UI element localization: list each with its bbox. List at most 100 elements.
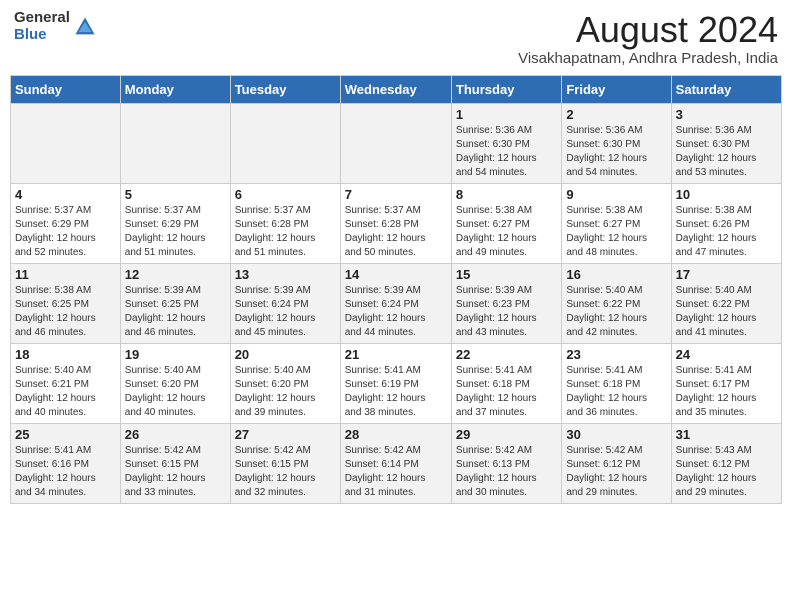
month-year: August 2024 [518, 10, 778, 50]
calendar-cell: 24 Sunrise: 5:41 AM Sunset: 6:17 PM Dayli… [671, 343, 781, 423]
day-number: 2 [566, 107, 666, 122]
page-header: General Blue August 2024 Visakhapatnam, … [10, 10, 782, 67]
day-info: Sunrise: 5:39 AM Sunset: 6:23 PM Dayligh… [456, 284, 557, 340]
day-info: Sunrise: 5:38 AM Sunset: 6:26 PM Dayligh… [676, 204, 777, 260]
day-number: 7 [345, 187, 447, 202]
calendar-cell [230, 103, 340, 183]
day-number: 6 [235, 187, 336, 202]
day-number: 17 [676, 267, 777, 282]
calendar-cell: 14Sunrise: 5:39 AM Sunset: 6:24 PM Dayli… [340, 263, 451, 343]
day-number: 5 [125, 187, 226, 202]
day-number: 30 [566, 427, 666, 442]
day-info: Sunrise: 5:41 AM Sunset: 6:18 PM Dayligh… [456, 364, 557, 420]
calendar-cell: 19 Sunrise: 5:40 AM Sunset: 6:20 PM Dayli… [120, 343, 230, 423]
day-info: Sunrise: 5:39 AM Sunset: 6:25 PM Dayligh… [125, 284, 226, 340]
day-info: Sunrise: 5:36 AM Sunset: 6:30 PM Dayligh… [676, 124, 777, 180]
calendar-cell: 4Sunrise: 5:37 AM Sunset: 6:29 PM Daylig… [11, 183, 121, 263]
logo-blue-text: Blue [14, 27, 70, 44]
title-block: August 2024 Visakhapatnam, Andhra Prades… [518, 10, 778, 67]
day-info: Sunrise: 5:40 AM Sunset: 6:21 PM Dayligh… [15, 364, 116, 420]
calendar-cell: 8Sunrise: 5:38 AM Sunset: 6:27 PM Daylig… [451, 183, 561, 263]
location: Visakhapatnam, Andhra Pradesh, India [518, 50, 778, 67]
calendar-cell: 18 Sunrise: 5:40 AM Sunset: 6:21 PM Dayli… [11, 343, 121, 423]
day-info: Sunrise: 5:40 AM Sunset: 6:22 PM Dayligh… [676, 284, 777, 340]
calendar-table: SundayMondayTuesdayWednesdayThursdayFrid… [10, 75, 782, 504]
calendar-cell: 28 Sunrise: 5:42 AM Sunset: 6:14 PM Dayli… [340, 423, 451, 503]
day-number: 24 [676, 347, 777, 362]
calendar-cell: 21Sunrise: 5:41 AM Sunset: 6:19 PM Dayli… [340, 343, 451, 423]
calendar-cell: 23Sunrise: 5:41 AM Sunset: 6:18 PM Dayli… [562, 343, 671, 423]
logo-icon [74, 16, 96, 38]
day-info: Sunrise: 5:40 AM Sunset: 6:20 PM Dayligh… [235, 364, 336, 420]
day-number: 28 [345, 427, 447, 442]
day-number: 9 [566, 187, 666, 202]
calendar-cell: 10 Sunrise: 5:38 AM Sunset: 6:26 PM Dayli… [671, 183, 781, 263]
day-info: Sunrise: 5:42 AM Sunset: 6:15 PM Dayligh… [125, 444, 226, 500]
calendar-cell: 17 Sunrise: 5:40 AM Sunset: 6:22 PM Dayli… [671, 263, 781, 343]
calendar-cell [120, 103, 230, 183]
day-number: 14 [345, 267, 447, 282]
day-info: Sunrise: 5:39 AM Sunset: 6:24 PM Dayligh… [235, 284, 336, 340]
header-day-sunday: Sunday [11, 75, 121, 103]
calendar-cell: 11 Sunrise: 5:38 AM Sunset: 6:25 PM Dayli… [11, 263, 121, 343]
calendar-cell: 26 Sunrise: 5:42 AM Sunset: 6:15 PM Dayli… [120, 423, 230, 503]
calendar-cell: 13 Sunrise: 5:39 AM Sunset: 6:24 PM Dayli… [230, 263, 340, 343]
day-number: 31 [676, 427, 777, 442]
day-number: 23 [566, 347, 666, 362]
logo: General Blue [14, 10, 96, 43]
calendar-body: 1Sunrise: 5:36 AM Sunset: 6:30 PM Daylig… [11, 103, 782, 503]
header-day-thursday: Thursday [451, 75, 561, 103]
day-info: Sunrise: 5:38 AM Sunset: 6:25 PM Dayligh… [15, 284, 116, 340]
calendar-header-row: SundayMondayTuesdayWednesdayThursdayFrid… [11, 75, 782, 103]
day-info: Sunrise: 5:37 AM Sunset: 6:29 PM Dayligh… [125, 204, 226, 260]
calendar-cell: 25Sunrise: 5:41 AM Sunset: 6:16 PM Dayli… [11, 423, 121, 503]
calendar-cell [11, 103, 121, 183]
day-number: 19 [125, 347, 226, 362]
calendar-cell: 12 Sunrise: 5:39 AM Sunset: 6:25 PM Dayli… [120, 263, 230, 343]
day-number: 16 [566, 267, 666, 282]
calendar-week-2: 4Sunrise: 5:37 AM Sunset: 6:29 PM Daylig… [11, 183, 782, 263]
calendar-week-5: 25Sunrise: 5:41 AM Sunset: 6:16 PM Dayli… [11, 423, 782, 503]
day-info: Sunrise: 5:37 AM Sunset: 6:29 PM Dayligh… [15, 204, 116, 260]
day-number: 27 [235, 427, 336, 442]
day-number: 8 [456, 187, 557, 202]
day-info: Sunrise: 5:37 AM Sunset: 6:28 PM Dayligh… [235, 204, 336, 260]
day-info: Sunrise: 5:40 AM Sunset: 6:22 PM Dayligh… [566, 284, 666, 340]
day-info: Sunrise: 5:42 AM Sunset: 6:14 PM Dayligh… [345, 444, 447, 500]
calendar-cell: 2 Sunrise: 5:36 AM Sunset: 6:30 PM Daylig… [562, 103, 671, 183]
day-info: Sunrise: 5:40 AM Sunset: 6:20 PM Dayligh… [125, 364, 226, 420]
calendar-cell: 1Sunrise: 5:36 AM Sunset: 6:30 PM Daylig… [451, 103, 561, 183]
calendar-cell: 16 Sunrise: 5:40 AM Sunset: 6:22 PM Dayli… [562, 263, 671, 343]
day-number: 10 [676, 187, 777, 202]
day-info: Sunrise: 5:43 AM Sunset: 6:12 PM Dayligh… [676, 444, 777, 500]
calendar-cell: 31 Sunrise: 5:43 AM Sunset: 6:12 PM Dayli… [671, 423, 781, 503]
calendar-cell: 9Sunrise: 5:38 AM Sunset: 6:27 PM Daylig… [562, 183, 671, 263]
day-info: Sunrise: 5:42 AM Sunset: 6:13 PM Dayligh… [456, 444, 557, 500]
calendar-cell: 7 Sunrise: 5:37 AM Sunset: 6:28 PM Daylig… [340, 183, 451, 263]
day-number: 22 [456, 347, 557, 362]
header-day-saturday: Saturday [671, 75, 781, 103]
logo-general-text: General [14, 10, 70, 27]
day-number: 29 [456, 427, 557, 442]
day-info: Sunrise: 5:36 AM Sunset: 6:30 PM Dayligh… [566, 124, 666, 180]
day-number: 13 [235, 267, 336, 282]
day-info: Sunrise: 5:41 AM Sunset: 6:17 PM Dayligh… [676, 364, 777, 420]
day-info: Sunrise: 5:37 AM Sunset: 6:28 PM Dayligh… [345, 204, 447, 260]
day-number: 3 [676, 107, 777, 122]
header-day-tuesday: Tuesday [230, 75, 340, 103]
day-info: Sunrise: 5:41 AM Sunset: 6:19 PM Dayligh… [345, 364, 447, 420]
calendar-week-1: 1Sunrise: 5:36 AM Sunset: 6:30 PM Daylig… [11, 103, 782, 183]
calendar-cell [340, 103, 451, 183]
header-day-wednesday: Wednesday [340, 75, 451, 103]
calendar-cell: 22 Sunrise: 5:41 AM Sunset: 6:18 PM Dayli… [451, 343, 561, 423]
day-number: 15 [456, 267, 557, 282]
calendar-cell: 5 Sunrise: 5:37 AM Sunset: 6:29 PM Daylig… [120, 183, 230, 263]
day-number: 25 [15, 427, 116, 442]
day-number: 11 [15, 267, 116, 282]
calendar-week-3: 11 Sunrise: 5:38 AM Sunset: 6:25 PM Dayli… [11, 263, 782, 343]
day-number: 18 [15, 347, 116, 362]
day-info: Sunrise: 5:42 AM Sunset: 6:12 PM Dayligh… [566, 444, 666, 500]
day-number: 26 [125, 427, 226, 442]
calendar-cell: 30 Sunrise: 5:42 AM Sunset: 6:12 PM Dayli… [562, 423, 671, 503]
day-number: 12 [125, 267, 226, 282]
